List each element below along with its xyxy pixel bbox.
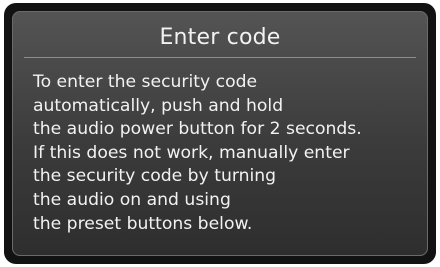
display-bezel: Enter code To enter the security code au… (4, 3, 436, 264)
instruction-text: To enter the security code automatically… (33, 72, 362, 234)
enter-code-dialog: Enter code To enter the security code au… (12, 11, 428, 256)
title-divider (24, 57, 416, 58)
dialog-title: Enter code (159, 25, 281, 50)
